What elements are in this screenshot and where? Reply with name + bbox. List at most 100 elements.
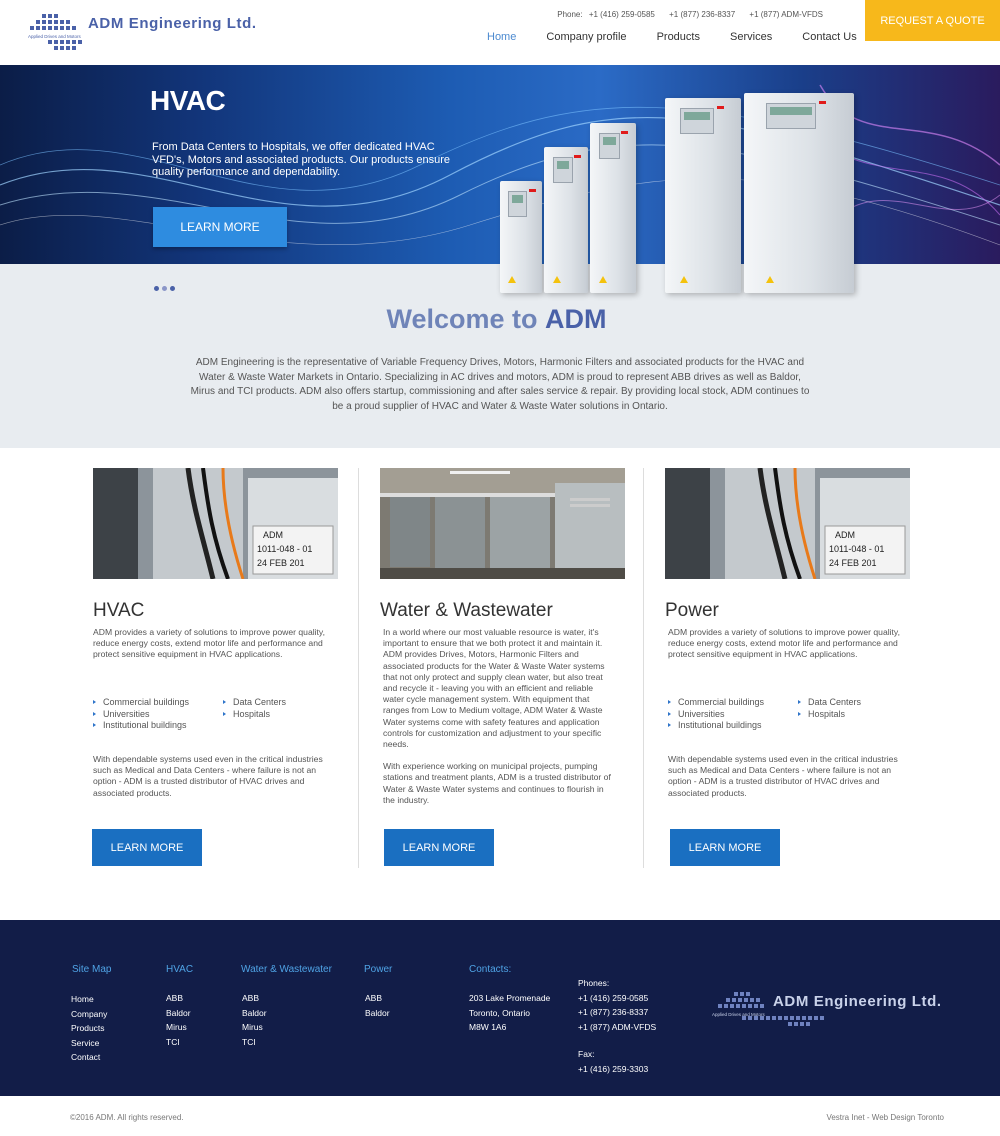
water-paragraph-2: With experience working on municipal pro…: [383, 761, 611, 805]
drive-unit: [544, 147, 588, 293]
phone-3[interactable]: +1 (877) ADM-VFDS: [749, 10, 823, 19]
footer-sitemap-title: Site Map: [72, 964, 112, 975]
hvac-photo-label-2: 1011-048 - 01: [257, 544, 312, 554]
water-image: [380, 468, 625, 579]
footer-power-title: Power: [364, 964, 393, 975]
drive-unit: [665, 98, 741, 293]
list-item: Data Centers: [798, 697, 861, 709]
power-column: ADM 1011-048 - 01 24 FEB 201 Power ADM p…: [665, 468, 913, 866]
slider-dot-3[interactable]: [170, 286, 175, 291]
list-item: Data Centers: [223, 697, 286, 709]
address-line: Toronto, Ontario: [469, 1007, 530, 1018]
copyright: ©2016 ADM. All rights reserved.: [70, 1113, 184, 1122]
hvac-column: ADM 1011-048 - 01 24 FEB 201 HVAC ADM pr…: [92, 468, 341, 866]
footer-link-company[interactable]: Company: [71, 1007, 107, 1022]
footer-water-list: ABB Baldor Mirus TCI: [242, 991, 267, 1049]
nav-company-profile[interactable]: Company profile: [546, 31, 626, 43]
footer-link-products[interactable]: Products: [71, 1021, 107, 1036]
nav-services[interactable]: Services: [730, 31, 772, 43]
nav-products[interactable]: Products: [657, 31, 700, 43]
site-logo[interactable]: ADM Engineering Ltd. Applied Drives and …: [28, 12, 268, 52]
phone-1[interactable]: +1 (416) 259-0585: [589, 10, 655, 19]
footer-phone[interactable]: +1 (877) 236-8337: [578, 1005, 656, 1020]
hvac-photo-label-1: ADM: [263, 530, 283, 540]
water-learn-more-button[interactable]: LEARN MORE: [384, 829, 494, 866]
footer-logo[interactable]: ADM Engineering Ltd. Applied Drives and …: [712, 990, 952, 1030]
water-photo-graphic: [380, 468, 625, 579]
power-photo-label-1: ADM: [835, 530, 855, 540]
footer-phone[interactable]: +1 (416) 259-0585: [578, 991, 656, 1006]
nav-contact-us[interactable]: Contact Us: [802, 31, 856, 43]
footer-hvac-title: HVAC: [166, 964, 194, 975]
footer-sitemap-list: Home Company Products Service Contact: [71, 992, 107, 1065]
footer-link-baldor[interactable]: Baldor: [242, 1006, 267, 1021]
drive-unit: [590, 123, 636, 293]
hvac-image: ADM 1011-048 - 01 24 FEB 201: [93, 468, 338, 579]
logo-subtitle: Applied Drives and Motors: [28, 34, 81, 39]
drive-unit: [744, 93, 854, 293]
water-title: Water & Wastewater: [380, 600, 553, 621]
hvac-list: Commercial buildings Universities Instit…: [93, 697, 333, 732]
list-item: Institutional buildings: [93, 720, 223, 732]
footer-contacts-title: Contacts:: [469, 964, 512, 975]
footer-link-contact[interactable]: Contact: [71, 1050, 107, 1065]
hvac-intro: ADM provides a variety of solutions to i…: [93, 627, 325, 660]
phone-label: Phone:: [557, 10, 583, 19]
slider-dot-1[interactable]: [154, 286, 159, 291]
nav-home[interactable]: Home: [487, 31, 516, 43]
logo-grid-icon: [30, 14, 82, 50]
address-line: 203 Lake Promenade: [469, 993, 551, 1003]
list-item: Universities: [668, 709, 798, 721]
services-section: ADM 1011-048 - 01 24 FEB 201 HVAC ADM pr…: [0, 448, 1000, 920]
power-photo-label-2: 1011-048 - 01: [829, 544, 884, 554]
footer-link-baldor[interactable]: Baldor: [166, 1006, 191, 1021]
footer-link-service[interactable]: Service: [71, 1036, 107, 1051]
main-nav: Home Company profile Products Services C…: [487, 31, 857, 43]
phone-2[interactable]: +1 (877) 236-8337: [669, 10, 735, 19]
water-text: In a world where our most valuable resou…: [383, 627, 611, 817]
list-item: Universities: [93, 709, 223, 721]
hero-learn-more-button[interactable]: LEARN MORE: [153, 207, 287, 247]
hero-text: From Data Centers to Hospitals, we offer…: [152, 141, 451, 178]
hvac-photo-label-3: 24 FEB 201: [257, 558, 305, 568]
footer-logo-subtitle: Applied Drives and Motors: [712, 1012, 765, 1017]
logo-text: ADM Engineering Ltd.: [88, 15, 257, 32]
request-quote-button[interactable]: REQUEST A QUOTE: [865, 0, 1000, 41]
footer-address: 203 Lake Promenade Toronto, Ontario M8W …: [469, 991, 550, 1035]
footer-power-list: ABB Baldor: [365, 991, 390, 1020]
hvac-outro: With dependable systems used even in the…: [93, 754, 323, 798]
slider-dot-2[interactable]: [162, 286, 167, 291]
power-image: ADM 1011-048 - 01 24 FEB 201: [665, 468, 910, 579]
footer-link-mirus[interactable]: Mirus: [242, 1020, 267, 1035]
power-learn-more-button[interactable]: LEARN MORE: [670, 829, 780, 866]
footer-link-abb[interactable]: ABB: [166, 991, 191, 1006]
list-item: Institutional buildings: [668, 720, 798, 732]
design-credit[interactable]: Vestra Inet - Web Design Toronto: [826, 1113, 944, 1122]
water-column: Water & Wastewater In a world where our …: [380, 468, 628, 866]
footer-link-home[interactable]: Home: [71, 992, 107, 1007]
footer-link-abb[interactable]: ABB: [242, 991, 267, 1006]
footer-link-abb[interactable]: ABB: [365, 991, 390, 1006]
hvac-title: HVAC: [93, 600, 145, 621]
power-photo-graphic: ADM 1011-048 - 01 24 FEB 201: [665, 468, 910, 579]
power-list: Commercial buildings Universities Instit…: [668, 697, 908, 732]
hero-drives-image: [497, 72, 857, 317]
bottom-bar: ©2016 ADM. All rights reserved. Vestra I…: [0, 1096, 1000, 1136]
list-item: Hospitals: [798, 709, 861, 721]
footer-fax: +1 (416) 259-3303: [578, 1063, 649, 1074]
header-phones: Phone: +1 (416) 259-0585 +1 (877) 236-83…: [557, 10, 823, 19]
footer-link-tci[interactable]: TCI: [166, 1035, 191, 1050]
footer-phone[interactable]: +1 (877) ADM-VFDS: [578, 1020, 656, 1035]
power-intro: ADM provides a variety of solutions to i…: [668, 627, 900, 660]
footer-link-mirus[interactable]: Mirus: [166, 1020, 191, 1035]
footer-link-tci[interactable]: TCI: [242, 1035, 267, 1050]
footer-link-baldor[interactable]: Baldor: [365, 1006, 390, 1021]
welcome-text: ADM Engineering is the representative of…: [190, 357, 810, 412]
hvac-learn-more-button[interactable]: LEARN MORE: [92, 829, 202, 866]
drive-unit: [500, 181, 542, 293]
power-photo-label-3: 24 FEB 201: [829, 558, 877, 568]
footer-logo-text: ADM Engineering Ltd.: [773, 993, 942, 1010]
water-paragraph-1: In a world where our most valuable resou…: [383, 627, 605, 750]
list-item: Commercial buildings: [93, 697, 223, 709]
footer-phones-label: Phones:: [578, 978, 610, 988]
